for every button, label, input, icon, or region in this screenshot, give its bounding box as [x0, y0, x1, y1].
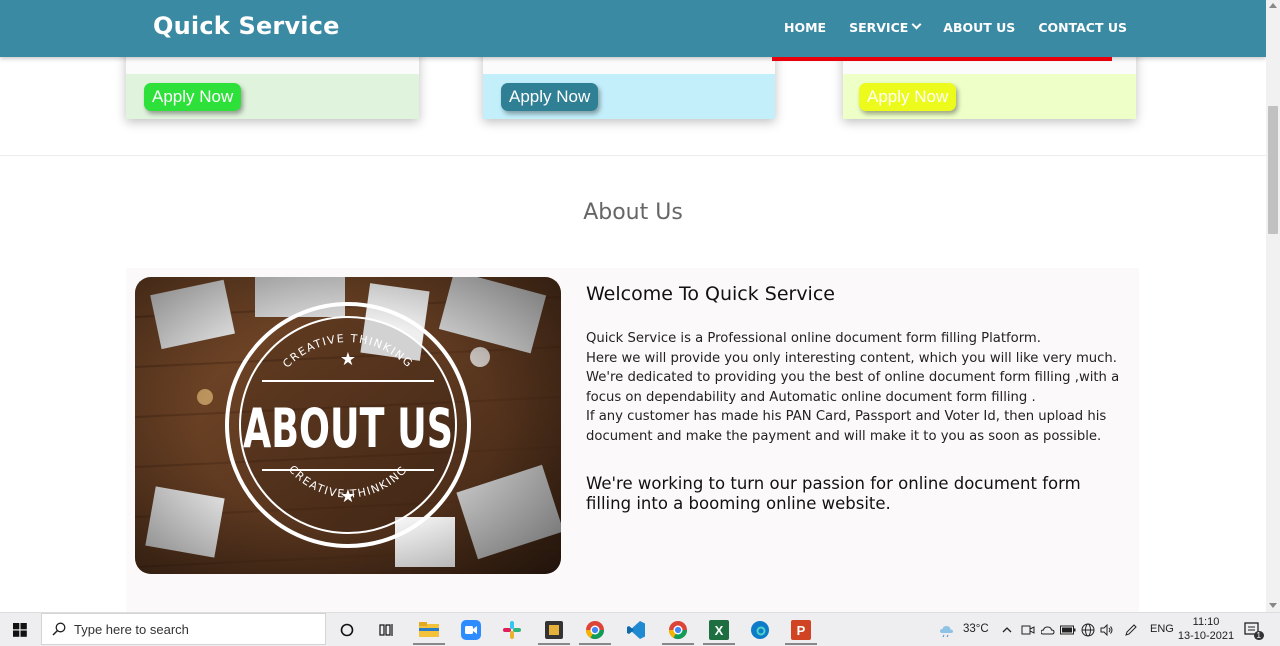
apply-now-button-2[interactable]: Apply Now — [501, 83, 599, 111]
search-placeholder: Type here to search — [74, 621, 189, 637]
nav-service[interactable]: SERVICE — [849, 19, 922, 35]
about-us-emblem-text: ABOUT US — [243, 397, 453, 460]
about-paragraph: Quick Service is a Professional online d… — [586, 329, 1126, 447]
taskbar-search-input[interactable]: Type here to search — [41, 613, 326, 645]
language-indicator[interactable]: ENG — [1150, 623, 1174, 635]
scrollbar-thumb[interactable] — [1268, 106, 1278, 234]
clock-time: 11:10 — [1192, 616, 1220, 628]
about-line-2: Here we will provide you only interestin… — [586, 350, 1117, 366]
web-page: Apply Now Apply Now Apply Now Quick Serv… — [0, 0, 1266, 612]
section-divider — [0, 155, 1266, 156]
about-line-4: If any customer has made his PAN Card, P… — [586, 409, 1107, 444]
battery-icon[interactable] — [1060, 613, 1076, 646]
chrome-icon[interactable] — [661, 613, 695, 646]
dropdown-accent-bar — [772, 57, 1112, 61]
chevron-down-icon — [911, 19, 922, 30]
notification-count-badge: 1 — [1253, 631, 1264, 640]
about-us-image: ★ ★ CREATIVE THINKING CREATIVE THINKING … — [135, 277, 561, 574]
svg-text:P: P — [797, 623, 806, 638]
onedrive-icon[interactable] — [1040, 613, 1056, 646]
windows-start-icon[interactable] — [0, 613, 40, 646]
nav-about-us[interactable]: ABOUT US — [943, 20, 1015, 35]
brand-logo[interactable]: Quick Service — [153, 12, 340, 40]
welcome-heading: Welcome To Quick Service — [586, 283, 835, 305]
chevron-up-icon[interactable] — [1000, 613, 1014, 646]
site-header: Quick Service HOME SERVICE ABOUT US CONT… — [0, 0, 1266, 57]
search-icon — [52, 622, 66, 636]
edge-icon[interactable] — [743, 613, 777, 646]
section-title: About Us — [583, 200, 683, 225]
about-text: Welcome To Quick Service Quick Service i… — [586, 283, 1126, 514]
zoom-icon[interactable] — [454, 613, 488, 646]
scroll-down-arrow-icon[interactable] — [1269, 603, 1277, 608]
about-tagline: We're working to turn our passion for on… — [586, 473, 1081, 513]
weather-icon[interactable] — [938, 613, 956, 646]
excel-icon[interactable]: X — [702, 613, 736, 646]
page-scrollbar[interactable] — [1266, 0, 1280, 612]
powerpoint-icon[interactable]: P — [784, 613, 818, 646]
cortana-icon[interactable] — [332, 613, 362, 646]
main-nav: HOME SERVICE ABOUT US CONTACT US — [784, 19, 1150, 35]
chrome-profile-icon[interactable] — [578, 613, 612, 646]
windows-taskbar: Type here to search X P 33°C ENG 11:10 1… — [0, 612, 1280, 646]
svg-text:X: X — [715, 623, 724, 638]
app-icon[interactable] — [537, 613, 571, 646]
pen-icon[interactable] — [1123, 613, 1139, 646]
clock-date: 13-10-2021 — [1177, 630, 1235, 642]
network-globe-icon[interactable] — [1080, 613, 1096, 646]
apply-now-button-3[interactable]: Apply Now — [859, 83, 957, 111]
file-explorer-icon[interactable] — [412, 613, 446, 646]
about-line-3: We're dedicated to providing you the bes… — [586, 370, 1120, 405]
slack-icon[interactable] — [495, 613, 529, 646]
nav-home[interactable]: HOME — [784, 20, 826, 35]
nav-contact-us[interactable]: CONTACT US — [1038, 20, 1127, 35]
apply-now-button-1[interactable]: Apply Now — [144, 83, 242, 111]
scroll-up-arrow-icon[interactable] — [1269, 3, 1277, 8]
about-panel: ★ ★ CREATIVE THINKING CREATIVE THINKING … — [126, 268, 1139, 612]
notification-icon[interactable]: 1 — [1242, 613, 1264, 646]
meet-now-icon[interactable] — [1020, 613, 1036, 646]
task-view-icon[interactable] — [372, 613, 402, 646]
clock[interactable]: 11:10 13-10-2021 — [1176, 615, 1236, 643]
svg-text:★: ★ — [340, 349, 356, 370]
about-line-1: Quick Service is a Professional online d… — [586, 331, 1041, 346]
weather-temperature[interactable]: 33°C — [963, 623, 989, 635]
volume-icon[interactable] — [1099, 613, 1115, 646]
vscode-icon[interactable] — [619, 613, 653, 646]
